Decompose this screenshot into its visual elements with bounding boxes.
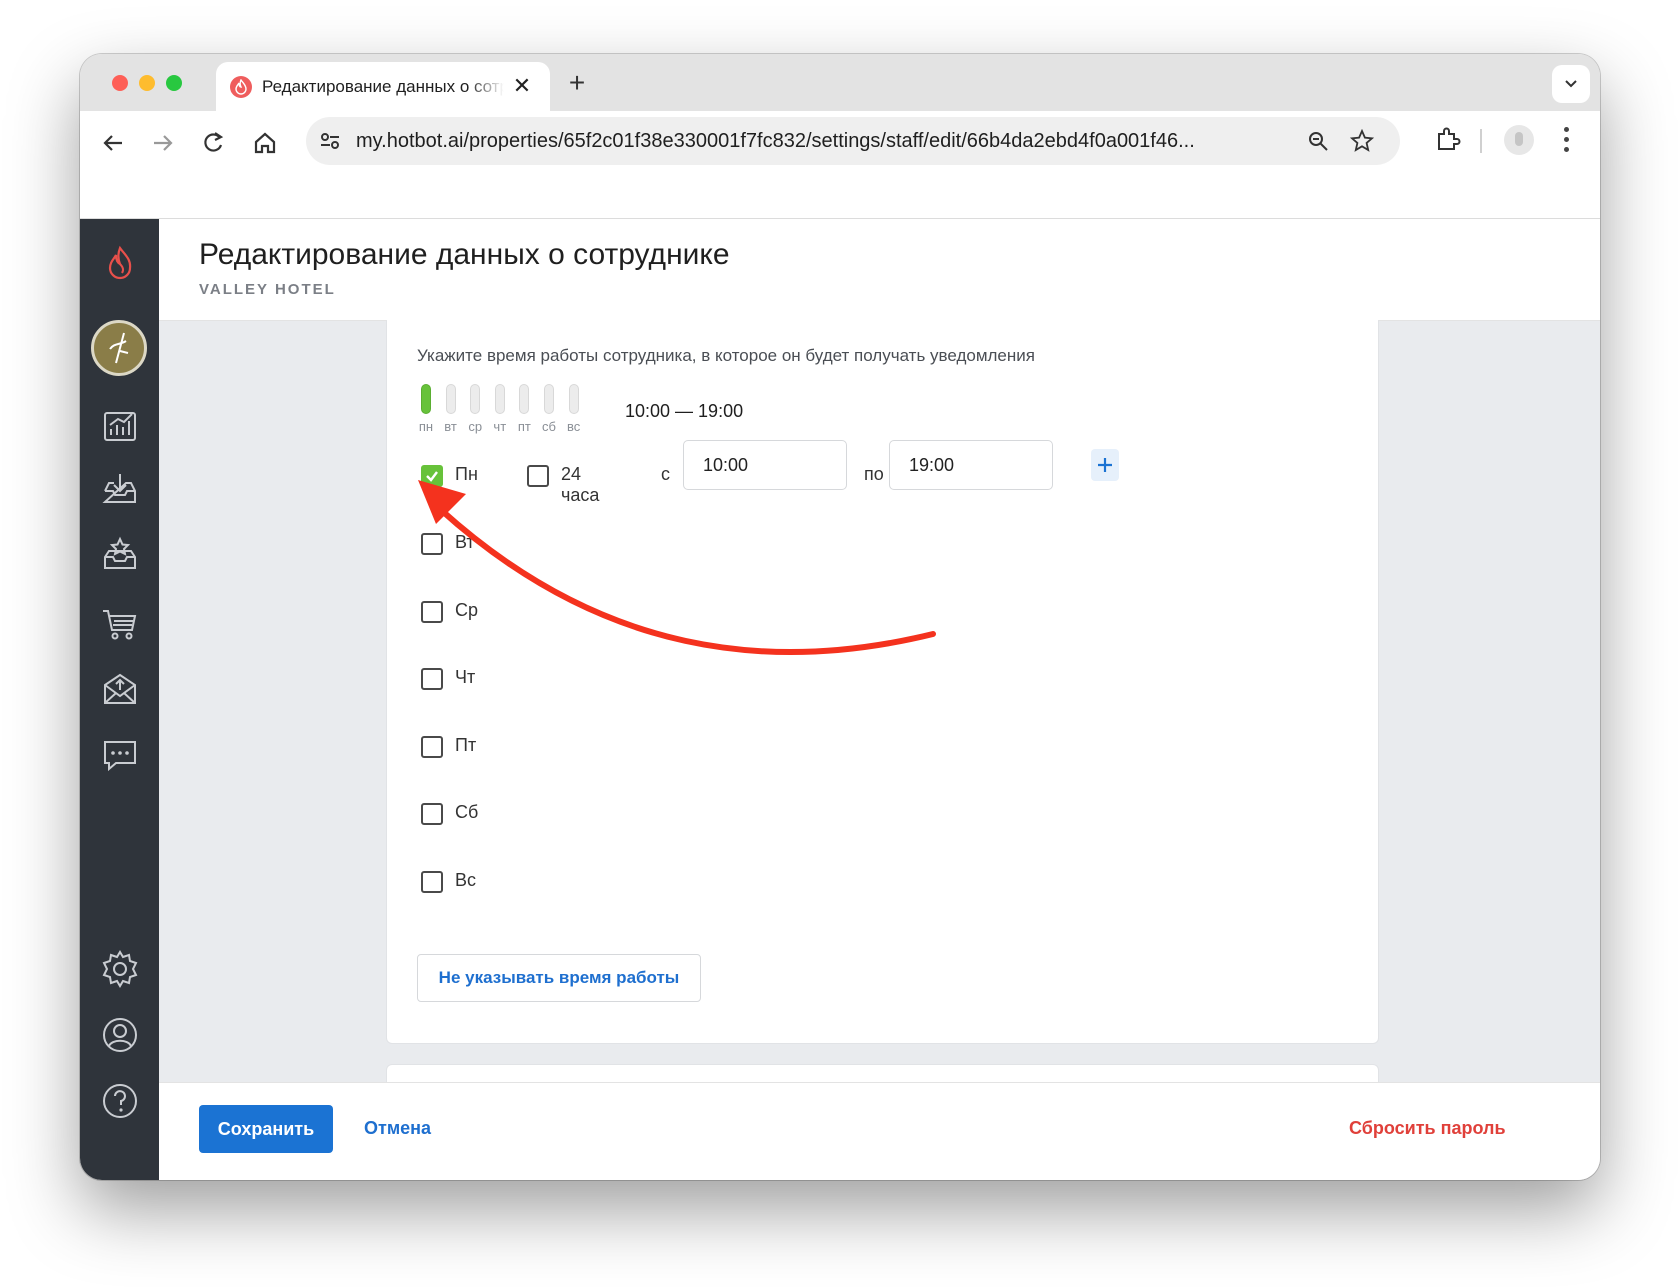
maximize-window-button[interactable] <box>166 75 182 91</box>
hours-summary: 10:00 — 19:00 <box>625 401 744 421</box>
chat-icon[interactable] <box>100 735 140 775</box>
url-text[interactable]: my.hotbot.ai/properties/65f2c01f38e33000… <box>356 130 1266 153</box>
action-footer: Сохранить Отмена Сбросить пароль <box>159 1082 1600 1180</box>
week-bar-label: сб <box>542 419 556 434</box>
profile-avatar[interactable] <box>1504 125 1534 155</box>
hotbot-flame-icon[interactable] <box>100 243 140 283</box>
browser-menu-icon[interactable] <box>1564 127 1570 155</box>
day-checkbox[interactable] <box>421 668 443 690</box>
tab-title: Редактирование данных о сотруднике <box>262 77 504 96</box>
add-interval-button[interactable] <box>1091 449 1119 481</box>
inbox-download-icon[interactable] <box>100 469 140 509</box>
cart-icon[interactable] <box>100 603 140 643</box>
day-label: Ср <box>455 600 479 620</box>
forward-arrow-icon[interactable] <box>148 128 178 158</box>
plus-icon <box>1098 458 1112 472</box>
day-label: Чт <box>455 667 476 687</box>
no-work-hours-button[interactable]: Не указывать время работы <box>417 954 701 1002</box>
help-icon[interactable] <box>100 1081 140 1121</box>
day-label: Пт <box>455 735 477 755</box>
checkmark-icon <box>426 471 438 482</box>
toolbar-divider <box>1480 129 1482 153</box>
save-button[interactable]: Сохранить <box>199 1105 333 1153</box>
minimize-window-button[interactable] <box>139 75 155 91</box>
day-checkbox[interactable] <box>421 601 443 623</box>
close-window-button[interactable] <box>112 75 128 91</box>
browser-window: Редактирование данных о сотруднике ✕ + m… <box>80 54 1600 1180</box>
reviews-icon[interactable] <box>100 535 140 575</box>
user-icon[interactable] <box>100 1015 140 1055</box>
page-header: Редактирование данных о сотруднике VALLE… <box>159 219 1600 321</box>
week-bar-label: ср <box>468 419 483 434</box>
week-bar <box>568 384 579 414</box>
tab-close-icon[interactable]: ✕ <box>508 72 536 100</box>
extensions-puzzle-icon[interactable] <box>1434 125 1462 153</box>
day-label: Пн <box>455 464 478 484</box>
week-bar <box>421 384 431 414</box>
from-time-input[interactable] <box>683 440 847 490</box>
mail-upload-icon[interactable] <box>100 669 140 709</box>
all-day-checkbox[interactable] <box>527 465 549 487</box>
to-time-input[interactable] <box>889 440 1053 490</box>
chevron-down-icon <box>1565 80 1577 88</box>
page-title: Редактирование данных о сотруднике <box>199 238 730 271</box>
week-bar <box>470 384 481 414</box>
signature-logo-icon <box>109 332 129 364</box>
site-settings-icon[interactable] <box>318 129 342 153</box>
reload-icon[interactable] <box>198 128 228 158</box>
day-checkbox[interactable] <box>421 871 443 893</box>
day-checkbox[interactable] <box>421 465 443 487</box>
settings-icon[interactable] <box>100 949 140 989</box>
home-icon[interactable] <box>250 128 280 158</box>
new-tab-button[interactable]: + <box>560 67 594 99</box>
tab-search-button[interactable] <box>1552 65 1590 103</box>
back-arrow-icon[interactable] <box>98 128 128 158</box>
day-checkbox[interactable] <box>421 803 443 825</box>
all-day-label: 24 часа <box>561 464 600 505</box>
work-hours-hint: Укажите время работы сотрудника, в котор… <box>417 346 1035 365</box>
cancel-link[interactable]: Отмена <box>364 1118 431 1139</box>
to-label: по <box>864 464 884 484</box>
week-bar <box>494 384 505 414</box>
sidebar <box>80 219 159 1180</box>
week-bar <box>519 384 530 414</box>
week-bar-label: вт <box>444 419 457 434</box>
week-bar <box>544 384 554 414</box>
app-area: Редактирование данных о сотруднике VALLE… <box>80 219 1600 1180</box>
week-bar <box>445 384 456 414</box>
bookmark-bar <box>80 174 1600 219</box>
reset-password-link[interactable]: Сбросить пароль <box>1349 1118 1506 1139</box>
bookmark-star-icon[interactable] <box>1350 129 1374 153</box>
address-bar[interactable]: my.hotbot.ai/properties/65f2c01f38e33000… <box>306 117 1400 165</box>
work-hours-card: Укажите время работы сотрудника, в котор… <box>386 320 1379 1044</box>
hotbot-favicon-icon <box>230 76 252 98</box>
browser-toolbar: my.hotbot.ai/properties/65f2c01f38e33000… <box>80 111 1600 174</box>
from-label: с <box>661 464 670 484</box>
week-bar-label: чт <box>493 419 507 434</box>
browser-tab[interactable]: Редактирование данных о сотруднике ✕ <box>216 62 550 111</box>
week-bar-label: вс <box>566 419 581 434</box>
day-label: Вт <box>455 532 475 552</box>
avatar[interactable] <box>91 320 147 376</box>
zoom-icon[interactable] <box>1306 129 1330 153</box>
analytics-icon[interactable] <box>100 405 140 445</box>
day-checkbox[interactable] <box>421 533 443 555</box>
day-label: Вс <box>455 870 477 890</box>
tab-strip: Редактирование данных о сотруднике ✕ + <box>80 54 1600 111</box>
week-bar-label: пн <box>418 419 434 434</box>
day-checkbox[interactable] <box>421 736 443 758</box>
week-bar-label: пт <box>517 419 531 434</box>
day-label: Сб <box>455 802 479 822</box>
hotel-name: VALLEY HOTEL <box>199 281 336 298</box>
